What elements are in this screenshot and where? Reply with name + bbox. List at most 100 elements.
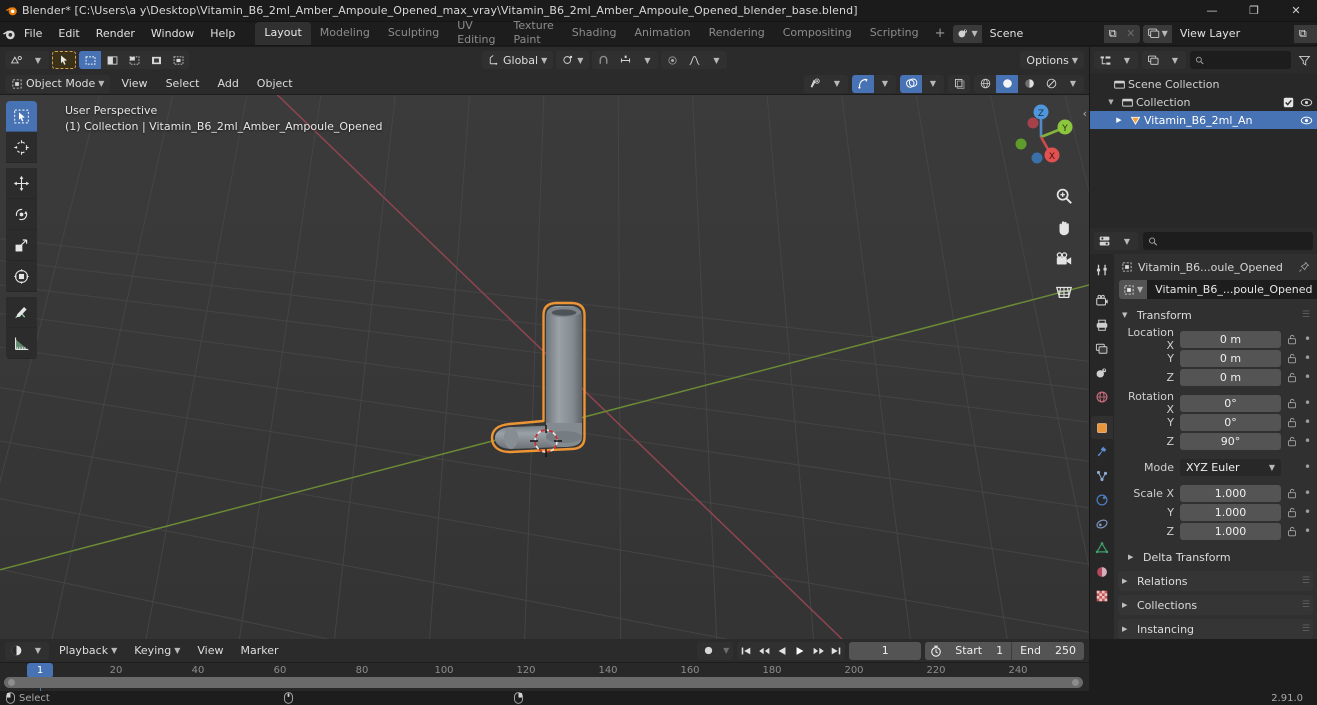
viewport-canvas[interactable]: User Perspective (1) Collection | Vitami… xyxy=(0,95,1089,639)
scrollbar-handle-left[interactable] xyxy=(8,679,15,686)
view-layer-icon[interactable] xyxy=(1142,51,1164,69)
field-value[interactable]: 90° xyxy=(1180,432,1281,450)
timeline-horizontal-scrollbar[interactable] xyxy=(4,677,1083,688)
outliner-tree[interactable]: Scene Collection ▼ Collection ▶ Vitamin_… xyxy=(1090,73,1317,228)
scale-tool[interactable] xyxy=(6,230,37,261)
object-id-selector[interactable]: ▼ Vitamin_B6_...poule_Opened xyxy=(1119,280,1317,299)
wireframe-shading-icon[interactable] xyxy=(974,75,996,93)
lock-icon[interactable] xyxy=(1285,507,1298,518)
magnet-icon[interactable] xyxy=(592,51,614,69)
lock-icon[interactable] xyxy=(1285,488,1298,499)
previous-keyframe-button[interactable] xyxy=(755,642,773,660)
visibility-selector[interactable]: ▼ xyxy=(804,74,848,93)
transform-orientation-selector[interactable]: Global ▼ xyxy=(482,51,554,69)
field-value[interactable]: 0 m xyxy=(1180,368,1281,386)
viewport-menu-object[interactable]: Object xyxy=(250,75,300,93)
output-tab[interactable] xyxy=(1091,313,1113,336)
tab-sculpting[interactable]: Sculpting xyxy=(379,22,448,45)
properties-icon[interactable] xyxy=(1094,232,1116,250)
chevron-down-icon[interactable]: ▼ xyxy=(826,75,848,93)
play-button[interactable] xyxy=(791,642,809,660)
current-frame-field[interactable]: 1 xyxy=(849,641,922,660)
object-icon[interactable]: ▼ xyxy=(1119,280,1148,299)
move-tool[interactable] xyxy=(6,168,37,199)
panel-collections[interactable]: ▶ Collections ☰ xyxy=(1118,595,1313,615)
physics-tab[interactable] xyxy=(1091,488,1113,511)
menu-render[interactable]: Render xyxy=(88,24,143,44)
select-subtract-icon[interactable] xyxy=(123,51,145,69)
panel-relations[interactable]: ▶ Relations ☰ xyxy=(1118,571,1313,591)
properties-search-input[interactable] xyxy=(1162,234,1308,248)
eye-icon[interactable] xyxy=(804,75,826,93)
menu-help[interactable]: Help xyxy=(202,24,243,44)
select-difference-icon[interactable] xyxy=(167,51,189,69)
constraints-tab[interactable] xyxy=(1091,512,1113,535)
properties-editor-type[interactable]: ▼ xyxy=(1094,232,1138,250)
chevron-down-icon[interactable]: ▼ xyxy=(27,642,49,660)
record-icon[interactable] xyxy=(697,642,719,660)
outliner-row-scene-collection[interactable]: Scene Collection xyxy=(1090,75,1317,93)
new-scene-button[interactable]: ⧉ xyxy=(1103,24,1122,43)
panel-instancing[interactable]: ▶ Instancing ☰ xyxy=(1118,619,1313,639)
falloff-curve-icon[interactable] xyxy=(683,51,705,69)
navigation-gizmo[interactable]: Z Y X xyxy=(1003,99,1079,175)
view-layer-tab[interactable] xyxy=(1091,337,1113,360)
particles-tab[interactable] xyxy=(1091,464,1113,487)
field-rotation-mode[interactable]: Mode XYZ Euler ▼ • xyxy=(1118,458,1313,476)
snap-target-icon[interactable] xyxy=(614,51,636,69)
timer-icon[interactable] xyxy=(925,641,948,660)
blender-menu-icon[interactable] xyxy=(2,27,16,41)
scene-tab[interactable] xyxy=(1091,361,1113,384)
xray-toggle[interactable] xyxy=(948,74,970,93)
tab-rendering[interactable]: Rendering xyxy=(700,22,774,45)
scene-selector[interactable]: ▼ Scene ⧉ ✕ xyxy=(952,24,1140,43)
chevron-down-icon[interactable]: ▼ xyxy=(1116,51,1138,69)
add-workspace-button[interactable]: + xyxy=(928,24,953,43)
tab-modeling[interactable]: Modeling xyxy=(311,22,379,45)
disclosure-triangle-icon[interactable]: ▼ xyxy=(1122,311,1132,319)
grid-icon[interactable] xyxy=(1051,279,1077,305)
timeline-menu-view[interactable]: View xyxy=(190,642,230,660)
eye-icon[interactable] xyxy=(1300,97,1313,108)
close-button[interactable]: ✕ xyxy=(1275,0,1317,22)
tab-compositing[interactable]: Compositing xyxy=(774,22,861,45)
field-value[interactable]: 1.000 xyxy=(1180,522,1281,540)
field-location-x[interactable]: Location X 0 m • xyxy=(1118,326,1313,352)
transform-panel-header[interactable]: ▼ Transform ☰ xyxy=(1118,305,1313,325)
proportional-edit-group[interactable]: ▼ xyxy=(661,51,728,69)
transform-tool[interactable] xyxy=(6,261,37,292)
timeline-editor-type[interactable]: ▼ xyxy=(5,641,49,660)
options-button[interactable]: Options ▼ xyxy=(1020,51,1085,69)
pin-icon[interactable] xyxy=(1298,261,1310,273)
chevron-down-icon[interactable]: ▼ xyxy=(705,51,727,69)
interaction-mode-selector[interactable]: Object Mode ▼ xyxy=(5,74,111,93)
field-scale-x[interactable]: Scale X 1.000 • xyxy=(1118,484,1313,502)
field-scale-z[interactable]: Z 1.000 • xyxy=(1118,522,1313,540)
camera-icon[interactable] xyxy=(1051,247,1077,273)
rendered-shading-icon[interactable] xyxy=(1040,75,1062,93)
modifier-tab[interactable] xyxy=(1091,440,1113,463)
disclosure-triangle-icon[interactable]: ▶ xyxy=(1122,577,1132,585)
outliner-search-input[interactable] xyxy=(1208,53,1286,67)
xray-icon[interactable] xyxy=(948,75,970,93)
editor-type-icon[interactable] xyxy=(5,51,27,69)
gizmo-toggle-group[interactable]: ▼ xyxy=(852,74,896,93)
auto-keying-group[interactable]: ▼ xyxy=(697,641,734,660)
lock-icon[interactable] xyxy=(1285,417,1298,428)
viewport-menu-select[interactable]: Select xyxy=(159,75,207,93)
field-value[interactable]: 0° xyxy=(1180,394,1281,412)
disclosure-triangle-icon[interactable]: ▶ xyxy=(1122,601,1132,609)
disclosure-triangle-icon[interactable]: ▶ xyxy=(1112,116,1126,124)
timeline-menu-keying[interactable]: Keying ▼ xyxy=(127,642,187,660)
select-extend-icon[interactable] xyxy=(101,51,123,69)
chevron-down-icon[interactable]: ▼ xyxy=(636,51,658,69)
animate-dot-icon[interactable]: • xyxy=(1302,415,1313,429)
field-value[interactable]: 0 m xyxy=(1180,349,1281,367)
proportional-edit-icon[interactable] xyxy=(661,51,683,69)
scene-icon[interactable]: ▼ xyxy=(952,24,982,43)
animate-dot-icon[interactable]: • xyxy=(1302,396,1313,410)
animate-dot-icon[interactable]: • xyxy=(1302,486,1313,500)
snapping-group[interactable]: ▼ xyxy=(592,51,659,69)
field-location-y[interactable]: Y 0 m • xyxy=(1118,349,1313,367)
lock-icon[interactable] xyxy=(1285,398,1298,409)
